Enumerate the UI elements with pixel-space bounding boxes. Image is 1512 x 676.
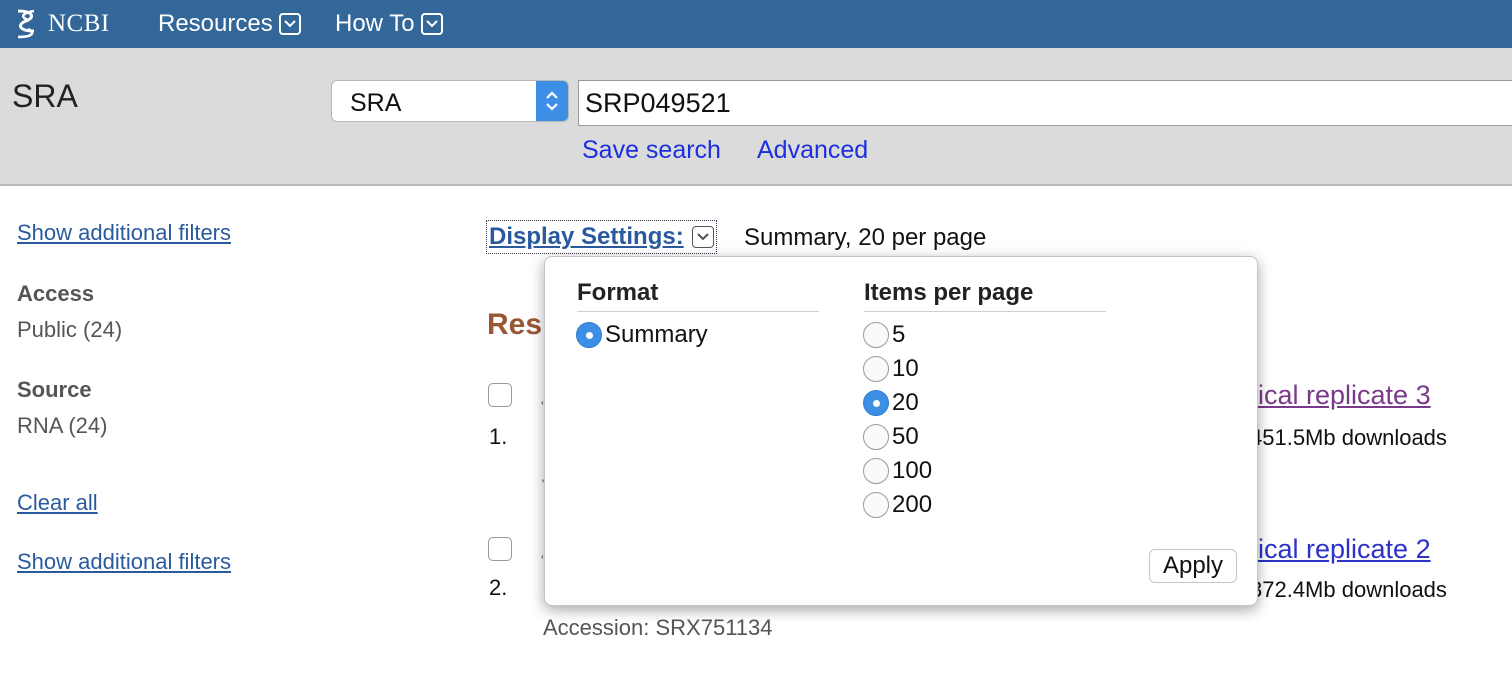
nav-resources-menu[interactable]: Resources xyxy=(158,8,301,40)
database-select[interactable]: SRA xyxy=(331,80,569,122)
nav-howto-menu[interactable]: How To xyxy=(335,8,443,40)
items-option-200[interactable]: 200 xyxy=(863,491,932,519)
format-option-summary[interactable]: Summary xyxy=(576,321,708,349)
items-per-page-heading: Items per page xyxy=(864,279,1106,312)
chevron-down-icon xyxy=(691,226,714,248)
nav-resources-label: Resources xyxy=(158,10,273,37)
ncbi-header-bar: NCBI Resources How To xyxy=(0,0,1512,48)
nav-howto-label: How To xyxy=(335,10,415,37)
search-bar-area: SRA SRA Save search Advanced xyxy=(0,48,1512,186)
filter-item-public[interactable]: Public (24) xyxy=(17,317,122,343)
radio-unselected-icon xyxy=(863,356,889,382)
result-downloads: 451.5Mb downloads xyxy=(1250,425,1447,450)
radio-unselected-icon xyxy=(863,458,889,484)
show-additional-filters-link[interactable]: Show additional filters xyxy=(17,220,231,246)
display-settings-popup: Format Items per page Summary 5 10 20 50… xyxy=(544,256,1258,606)
result-checkbox[interactable] xyxy=(488,383,512,407)
result-title-link[interactable]: ical replicate 2 xyxy=(1258,534,1431,565)
result-title-link[interactable]: ical replicate 3 xyxy=(1258,380,1431,411)
filter-heading-source: Source xyxy=(17,377,92,402)
radio-selected-icon xyxy=(576,322,602,348)
radio-unselected-icon xyxy=(863,322,889,348)
clear-all-link[interactable]: Clear all xyxy=(17,490,98,516)
format-option-label: Summary xyxy=(605,321,708,348)
result-checkbox[interactable] xyxy=(488,537,512,561)
select-updown-icon xyxy=(536,81,568,121)
items-option-5[interactable]: 5 xyxy=(863,321,905,349)
result-accession: Accession: SRX751134 xyxy=(543,615,773,640)
items-option-label: 200 xyxy=(892,491,933,518)
radio-unselected-icon xyxy=(863,492,889,518)
format-heading: Format xyxy=(577,279,819,312)
filter-item-rna[interactable]: RNA (24) xyxy=(17,413,107,439)
items-option-10[interactable]: 10 xyxy=(863,355,919,383)
show-additional-filters-link[interactable]: Show additional filters xyxy=(17,549,231,575)
display-settings-toggle[interactable]: Display Settings: xyxy=(486,220,717,254)
chevron-down-icon xyxy=(278,13,301,35)
apply-button[interactable]: Apply xyxy=(1149,549,1237,583)
items-option-label: 10 xyxy=(892,355,919,382)
save-search-link[interactable]: Save search xyxy=(582,136,721,165)
results-heading: Res xyxy=(487,308,543,341)
items-option-20[interactable]: 20 xyxy=(863,389,919,417)
items-option-label: 5 xyxy=(892,321,906,348)
database-title: SRA xyxy=(12,78,78,114)
items-option-100[interactable]: 100 xyxy=(863,457,932,485)
search-input[interactable] xyxy=(578,80,1512,126)
items-option-label: 50 xyxy=(892,423,919,450)
advanced-search-link[interactable]: Advanced xyxy=(757,136,868,165)
result-number: 2. xyxy=(489,575,508,600)
result-downloads: 372.4Mb downloads xyxy=(1250,577,1447,602)
database-select-value: SRA xyxy=(350,89,402,117)
chevron-down-icon xyxy=(420,13,443,35)
result-number: 1. xyxy=(489,424,508,449)
ncbi-logo-text: NCBI xyxy=(48,10,110,37)
display-settings-label: Display Settings: xyxy=(489,223,684,250)
radio-unselected-icon xyxy=(863,424,889,450)
ncbi-logo[interactable]: NCBI xyxy=(12,6,110,42)
filter-heading-access: Access xyxy=(17,281,95,306)
items-option-label: 100 xyxy=(892,457,933,484)
radio-selected-icon xyxy=(863,390,889,416)
items-option-label: 20 xyxy=(892,389,919,416)
items-option-50[interactable]: 50 xyxy=(863,423,919,451)
display-settings-summary: Summary, 20 per page xyxy=(744,224,987,251)
ncbi-helix-icon xyxy=(17,9,35,39)
